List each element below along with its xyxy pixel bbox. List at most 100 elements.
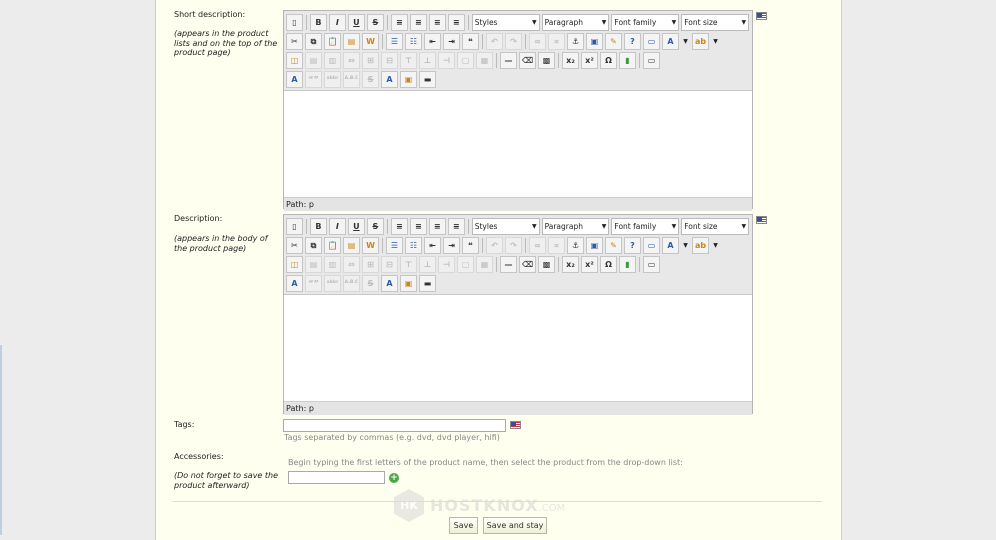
remove-format-icon[interactable]: ⌫ (519, 256, 536, 273)
spellcheck-icon[interactable]: A (286, 71, 303, 88)
ins-icon[interactable]: A (381, 71, 398, 88)
font-family-select[interactable]: Font family ▼ (611, 218, 680, 235)
highlight-color-icon[interactable]: ab (692, 33, 709, 50)
horizontal-rule-icon[interactable]: — (500, 52, 517, 69)
merge-cells-icon[interactable]: ⇔ (343, 52, 360, 69)
indent-icon[interactable]: ⇥ (443, 237, 460, 254)
insert-layer-icon[interactable]: ⊤ (400, 256, 417, 273)
font-family-select[interactable]: Font family ▼ (611, 14, 680, 31)
acronym-icon[interactable]: A.B.C (343, 71, 360, 88)
unlink-icon[interactable]: ∝ (548, 237, 565, 254)
paste-text-icon[interactable]: ▤ (343, 237, 360, 254)
visual-aid-icon[interactable]: ▩ (538, 52, 555, 69)
align-right-icon[interactable]: ≡ (428, 218, 446, 235)
template-icon[interactable]: ▣ (400, 275, 417, 292)
style-icon[interactable]: ▢ (457, 256, 474, 273)
move-forward-icon[interactable]: ⊥ (419, 52, 436, 69)
undo-icon[interactable]: ↶ (486, 33, 503, 50)
attribs-icon[interactable]: ▦ (476, 52, 493, 69)
redo-icon[interactable]: ↷ (505, 33, 522, 50)
align-justify-icon[interactable]: ≡ (447, 14, 465, 31)
align-center-icon[interactable]: ≡ (409, 14, 427, 31)
copy-icon[interactable]: ⧉ (305, 237, 322, 254)
template-icon[interactable]: ▣ (400, 71, 417, 88)
paste-icon[interactable]: 📋 (324, 33, 341, 50)
bullet-list-icon[interactable]: ☰ (386, 237, 403, 254)
link-icon[interactable]: ∞ (529, 237, 546, 254)
code-icon[interactable]: ▭ (643, 33, 660, 50)
unlink-icon[interactable]: ∝ (548, 33, 565, 50)
pagebreak-icon[interactable]: ▬ (419, 275, 436, 292)
redo-icon[interactable]: ↷ (505, 237, 522, 254)
font-size-select[interactable]: Font size ▼ (681, 14, 750, 31)
outdent-icon[interactable]: ⇤ (424, 33, 441, 50)
align-center-icon[interactable]: ≡ (409, 218, 427, 235)
underline-icon[interactable]: U (347, 14, 365, 31)
strikethrough-icon[interactable]: S (366, 14, 384, 31)
insert-date-icon[interactable]: ◫ (286, 256, 303, 273)
align-right-icon[interactable]: ≡ (428, 14, 446, 31)
align-left-icon[interactable]: ≡ (390, 14, 408, 31)
paste-word-icon[interactable]: W (362, 237, 379, 254)
editor-content-area[interactable] (284, 295, 752, 401)
delete-row-icon[interactable]: ⊟ (381, 256, 398, 273)
insert-date-icon[interactable]: ◫ (286, 52, 303, 69)
new-document-icon[interactable]: ▯ (286, 218, 303, 235)
delete-row-icon[interactable]: ⊟ (381, 52, 398, 69)
superscript-icon[interactable]: x² (581, 256, 598, 273)
absolute-icon[interactable]: ⊣ (438, 52, 455, 69)
paste-word-icon[interactable]: W (362, 33, 379, 50)
attribs-icon[interactable]: ▦ (476, 256, 493, 273)
strikethrough-icon[interactable]: S (366, 218, 384, 235)
text-color-icon[interactable]: A (662, 237, 679, 254)
visual-aid-icon[interactable]: ▩ (538, 256, 555, 273)
spellcheck-icon[interactable]: A (286, 275, 303, 292)
underline-icon[interactable]: U (347, 218, 365, 235)
text-color-icon[interactable]: A (662, 33, 679, 50)
insert-layer-icon[interactable]: ⊤ (400, 52, 417, 69)
acronym-icon[interactable]: A.B.C (343, 275, 360, 292)
media-icon[interactable]: ▮ (619, 256, 636, 273)
absolute-icon[interactable]: ⊣ (438, 256, 455, 273)
del-icon[interactable]: S (362, 71, 379, 88)
paragraph-select[interactable]: Paragraph ▼ (541, 14, 610, 31)
new-document-icon[interactable]: ▯ (286, 14, 303, 31)
highlight-color-dropdown-icon[interactable]: ▼ (711, 33, 720, 50)
indent-icon[interactable]: ⇥ (443, 33, 460, 50)
blockquote-icon[interactable]: ❝ (462, 33, 479, 50)
horizontal-rule-icon[interactable]: — (500, 256, 517, 273)
us-flag-icon[interactable] (756, 216, 767, 224)
numbered-list-icon[interactable]: ☷ (405, 237, 422, 254)
merge-cells-icon[interactable]: ⇔ (343, 256, 360, 273)
bold-icon[interactable]: B (309, 218, 327, 235)
fullscreen-icon[interactable]: ▭ (643, 52, 660, 69)
pagebreak-icon[interactable]: ▬ (419, 71, 436, 88)
link-icon[interactable]: ∞ (529, 33, 546, 50)
paragraph-select[interactable]: Paragraph ▼ (541, 218, 610, 235)
editor-content-area[interactable] (284, 91, 752, 197)
italic-icon[interactable]: I (328, 218, 346, 235)
table-row-icon[interactable]: ▤ (305, 256, 322, 273)
text-color-dropdown-icon[interactable]: ▼ (681, 237, 690, 254)
subscript-icon[interactable]: x₂ (562, 52, 579, 69)
media-icon[interactable]: ▮ (619, 52, 636, 69)
text-color-dropdown-icon[interactable]: ▼ (681, 33, 690, 50)
blockquote-icon[interactable]: ❝ (462, 237, 479, 254)
paste-icon[interactable]: 📋 (324, 237, 341, 254)
italic-icon[interactable]: I (328, 14, 346, 31)
image-icon[interactable]: ▣ (586, 237, 603, 254)
outdent-icon[interactable]: ⇤ (424, 237, 441, 254)
bullet-list-icon[interactable]: ☰ (386, 33, 403, 50)
cleanup-icon[interactable]: ✎ (605, 33, 622, 50)
special-char-icon[interactable]: Ω (600, 256, 617, 273)
move-forward-icon[interactable]: ⊥ (419, 256, 436, 273)
align-justify-icon[interactable]: ≡ (447, 218, 465, 235)
styles-select[interactable]: Styles ▼ (471, 218, 540, 235)
cleanup-icon[interactable]: ✎ (605, 237, 622, 254)
paste-text-icon[interactable]: ▤ (343, 33, 360, 50)
bold-icon[interactable]: B (309, 14, 327, 31)
highlight-color-icon[interactable]: ab (692, 237, 709, 254)
anchor-icon[interactable]: ⚓ (567, 237, 584, 254)
font-size-select[interactable]: Font size ▼ (681, 218, 750, 235)
anchor-icon[interactable]: ⚓ (567, 33, 584, 50)
